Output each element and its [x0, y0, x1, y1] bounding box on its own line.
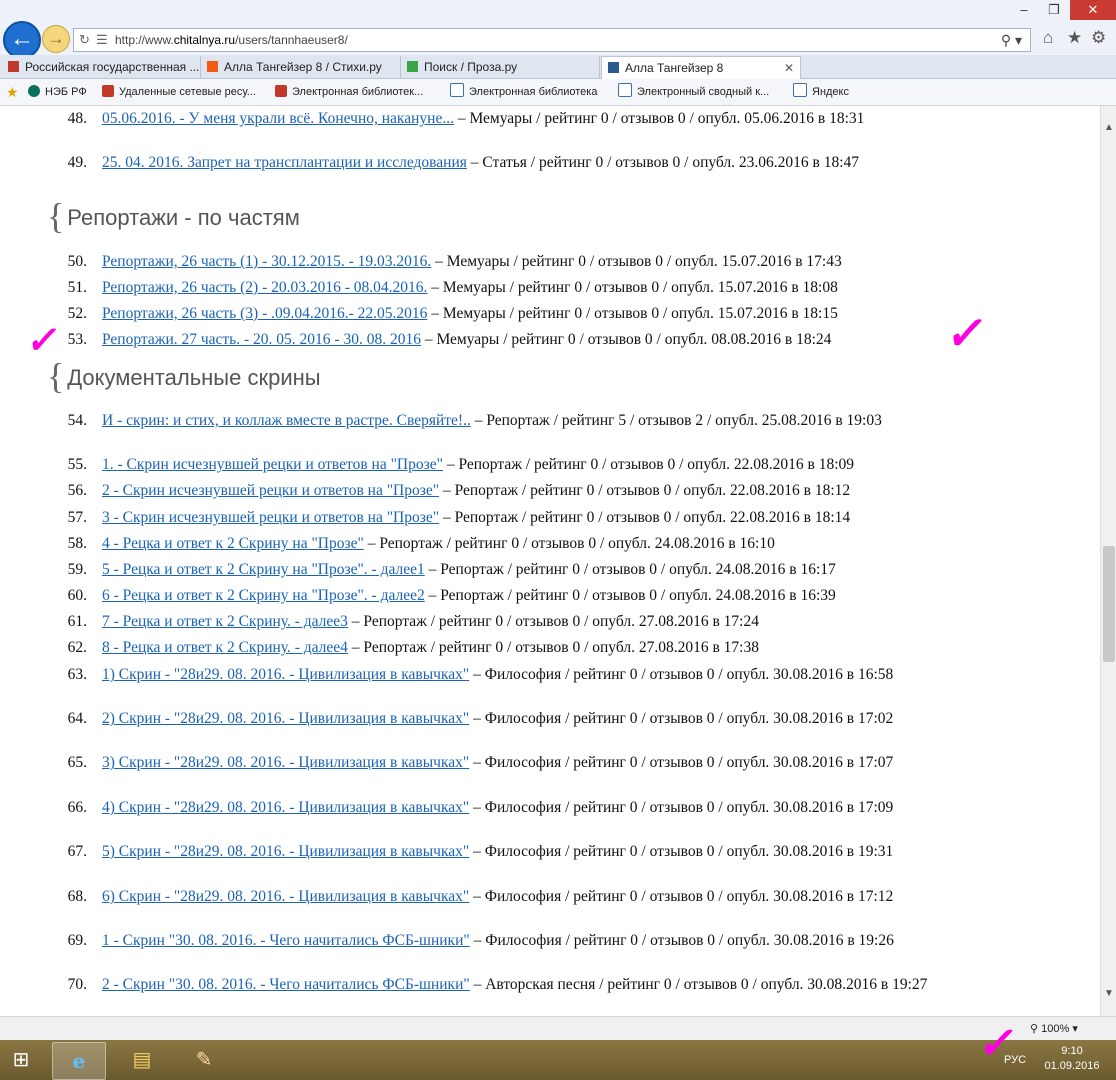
url-text: http://www.chitalnya.ru/users/tannhaeuse…	[115, 33, 348, 47]
status-bar: ⚲ 100% ▾	[0, 1016, 1116, 1041]
search-icon[interactable]: ⚲ ▾	[1001, 29, 1022, 51]
tab-favicon	[8, 61, 19, 72]
fav-elib-1[interactable]: Электронная библиотек...	[275, 79, 423, 105]
arrow-right-icon: →	[47, 29, 65, 48]
work-link[interactable]: 1) Скрин - "28и29. 08. 2016. - Цивилизац…	[102, 666, 469, 683]
fav-neb[interactable]: НЭБ РФ	[28, 79, 87, 105]
work-link[interactable]: Репортажи, 26 часть (2) - 20.03.2016 - 0…	[102, 279, 427, 296]
section-heading: {Документальные скрины	[47, 356, 321, 396]
work-link[interactable]: 5 - Рецка и ответ к 2 Скрину на "Прозе".…	[102, 561, 425, 578]
tab-chitalnya[interactable]: Алла Тангейзер 8 ✕	[601, 56, 801, 79]
tab-favicon	[608, 62, 619, 73]
refresh-icon[interactable]: ↻	[79, 29, 90, 51]
work-link[interactable]: 4) Скрин - "28и29. 08. 2016. - Цивилизац…	[102, 799, 469, 816]
work-link[interactable]: 05.06.2016. - У меня украли всё. Конечно…	[102, 110, 454, 127]
gear-icon[interactable]: ⚙	[1091, 28, 1106, 48]
work-link[interactable]: 5) Скрин - "28и29. 08. 2016. - Цивилизац…	[102, 843, 469, 860]
scroll-down-icon[interactable]: ▼	[1101, 986, 1116, 1002]
tab-bar: Российская государственная ... Алла Танг…	[0, 55, 1116, 79]
tab-rgb[interactable]: Российская государственная ...	[2, 56, 201, 78]
browser-toolbar: ← → ↻ ☰ http://www.chitalnya.ru/users/ta…	[0, 0, 1116, 59]
minimize-button[interactable]: –	[1010, 0, 1038, 20]
maximize-button[interactable]: ❐	[1040, 0, 1068, 20]
work-link[interactable]: 1 - Скрин "30. 08. 2016. - Чего начитали…	[102, 932, 470, 949]
section-heading: {Репортажи - по частям	[47, 196, 300, 236]
taskbar: ⊞ e ▤ ✎ ✓ РУС 9:10 01.09.2016	[0, 1019, 1116, 1080]
work-link[interactable]: Репортажи, 26 часть (1) - 30.12.2015. - …	[102, 253, 431, 270]
favorites-star-icon[interactable]: ★	[6, 79, 19, 105]
work-link[interactable]: 7 - Рецка и ответ к 2 Скрину. - далее3	[102, 613, 348, 630]
close-tab-icon[interactable]: ✕	[784, 57, 794, 79]
work-link[interactable]: 25. 04. 2016. Запрет на трансплантации и…	[102, 154, 467, 171]
work-link[interactable]: 1. - Скрин исчезнувшей рецки и ответов н…	[102, 456, 443, 473]
work-link[interactable]: 2 - Скрин исчезнувшей рецки и ответов на…	[102, 482, 439, 499]
tab-favicon	[407, 61, 418, 72]
work-link[interactable]: 4 - Рецка и ответ к 2 Скрину на "Прозе"	[102, 535, 364, 552]
home-icon[interactable]: ⌂	[1043, 28, 1053, 48]
tab-stihi[interactable]: Алла Тангейзер 8 / Стихи.ру	[201, 56, 401, 78]
back-button[interactable]: ←	[3, 21, 41, 59]
address-bar[interactable]: ↻ ☰ http://www.chitalnya.ru/users/tannha…	[73, 28, 1031, 52]
scroll-thumb[interactable]	[1103, 546, 1115, 662]
work-link[interactable]: 3) Скрин - "28и29. 08. 2016. - Цивилизац…	[102, 754, 469, 771]
arrow-left-icon: ←	[10, 25, 34, 52]
file-explorer-icon[interactable]: ▤	[116, 1042, 168, 1078]
page-content: 48. 05.06.2016. - У меня украли всё. Кон…	[0, 106, 1100, 1016]
favorites-bar: ★ НЭБ РФ Удаленные сетевые ресу... Элект…	[0, 79, 1116, 106]
star-icon[interactable]: ★	[1067, 28, 1082, 48]
work-link[interactable]: 6 - Рецка и ответ к 2 Скрину на "Прозе".…	[102, 587, 425, 604]
tab-favicon	[207, 61, 218, 72]
work-link[interactable]: Репортажи, 26 часть (3) - .09.04.2016.- …	[102, 305, 427, 322]
site-icon: ☰	[96, 32, 108, 47]
vertical-scrollbar[interactable]: ▲ ▼	[1100, 106, 1116, 1016]
paint-icon[interactable]: ✎	[178, 1042, 230, 1078]
tab-proza[interactable]: Поиск / Проза.ру	[401, 56, 600, 78]
fav-elib-2[interactable]: Электронная библиотека	[450, 79, 597, 105]
work-link[interactable]: Репортажи. 27 часть. - 20. 05. 2016 - 30…	[102, 331, 421, 348]
fav-yandex[interactable]: Яндекс	[793, 79, 849, 105]
internet-explorer-icon[interactable]: e	[52, 1042, 106, 1080]
work-link[interactable]: 2) Скрин - "28и29. 08. 2016. - Цивилизац…	[102, 710, 469, 727]
windows-start-icon[interactable]: ⊞	[0, 1042, 42, 1078]
fav-catalog[interactable]: Электронный сводный к...	[618, 79, 769, 105]
work-link[interactable]: 2 - Скрин "30. 08. 2016. - Чего начитали…	[102, 976, 470, 993]
input-language[interactable]: РУС	[1004, 1040, 1026, 1080]
work-link[interactable]: И - скрин: и стих, и коллаж вместе в рас…	[102, 412, 471, 429]
work-link[interactable]: 6) Скрин - "28и29. 08. 2016. - Цивилизац…	[102, 888, 469, 905]
zoom-control[interactable]: ⚲ 100% ▾	[1030, 1017, 1078, 1041]
work-link[interactable]: 8 - Рецка и ответ к 2 Скрину. - далее4	[102, 639, 348, 656]
close-button[interactable]: ✕	[1070, 0, 1116, 20]
system-clock[interactable]: 9:10 01.09.2016	[1040, 1044, 1104, 1074]
scroll-up-icon[interactable]: ▲	[1101, 120, 1116, 136]
fav-remote-resources[interactable]: Удаленные сетевые ресу...	[102, 79, 256, 105]
work-link[interactable]: 3 - Скрин исчезнувшей рецки и ответов на…	[102, 509, 439, 526]
forward-button[interactable]: →	[42, 25, 70, 53]
check-mark-icon: ✓	[943, 307, 992, 359]
